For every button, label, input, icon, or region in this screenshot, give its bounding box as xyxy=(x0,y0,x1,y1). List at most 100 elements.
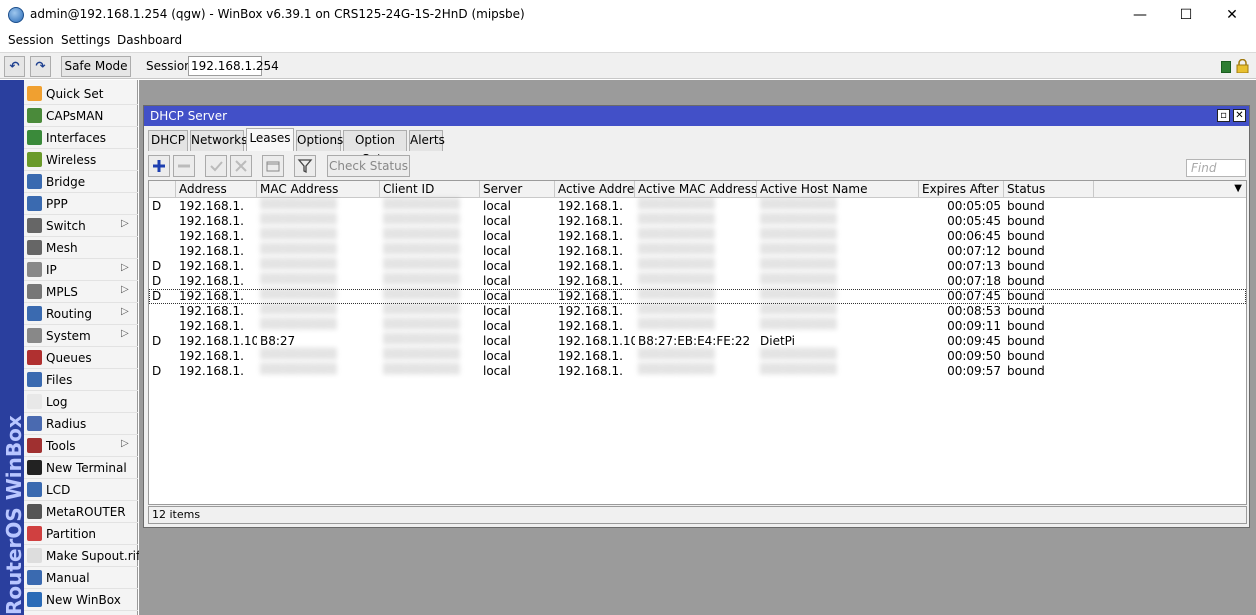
sidebar-item-label: MPLS xyxy=(46,285,78,299)
redacted-value: ▒▒▒▒▒▒▒▒▒▒ xyxy=(638,214,715,225)
redacted-value: ▒▒▒▒▒▒▒▒▒▒ xyxy=(638,364,715,375)
tab-options[interactable]: Options xyxy=(296,130,343,151)
cell-expires: 00:07:13 xyxy=(947,259,1001,273)
cell-server: local xyxy=(483,274,511,288)
column-header-client-id[interactable]: Client ID xyxy=(380,181,480,198)
table-row[interactable]: 192.168.1. ▒▒▒▒▒▒▒▒▒▒ ▒▒▒▒▒▒▒▒▒▒ local 192.1… xyxy=(149,319,1246,334)
partition-icon xyxy=(27,526,42,541)
maximize-button[interactable]: ☐ xyxy=(1163,0,1209,31)
redacted-value: ▒▒▒▒▒▒▒▒▒▒ xyxy=(260,364,337,375)
sidebar-item-quick-set[interactable]: Quick Set xyxy=(24,83,138,105)
tab-leases[interactable]: Leases xyxy=(246,128,294,151)
sidebar-item-partition[interactable]: Partition xyxy=(24,523,138,545)
brand-vertical-text: RouterOS WinBox xyxy=(2,415,24,615)
remove-icon[interactable] xyxy=(173,155,195,177)
sidebar-item-label: IP xyxy=(46,263,57,277)
filter-icon[interactable] xyxy=(294,155,316,177)
disable-icon[interactable] xyxy=(230,155,252,177)
sidebar-item-capsman[interactable]: CAPsMAN xyxy=(24,105,138,127)
sidebar-item-queues[interactable]: Queues xyxy=(24,347,138,369)
cell-active-address: 192.168.1. xyxy=(558,199,623,213)
cell-status: bound xyxy=(1007,199,1045,213)
close-button[interactable]: ✕ xyxy=(1209,0,1255,31)
sidebar-item-mesh[interactable]: Mesh xyxy=(24,237,138,259)
sidebar-item-ppp[interactable]: PPP xyxy=(24,193,138,215)
column-header-expires-after[interactable]: Expires After xyxy=(919,181,1004,198)
routing-icon xyxy=(27,306,42,321)
column-header-active-address[interactable]: Active Address xyxy=(555,181,635,198)
check-status-button[interactable]: Check Status xyxy=(327,155,410,177)
sidebar-item-metarouter[interactable]: MetaROUTER xyxy=(24,501,138,523)
sidebar-item-label: LCD xyxy=(46,483,71,497)
cell-active-address: 192.168.1. xyxy=(558,364,623,378)
tab-option-sets[interactable]: Option Sets xyxy=(343,130,407,166)
dhcp-window-titlebar: DHCP Server ▫ ✕ xyxy=(144,106,1249,126)
sidebar-item-mpls[interactable]: MPLS ▷ xyxy=(24,281,138,303)
sidebar-item-lcd[interactable]: LCD xyxy=(24,479,138,501)
undo-button[interactable]: ↶ xyxy=(4,56,25,77)
column-chooser-dropdown[interactable]: ▼ xyxy=(1094,181,1246,198)
leases-table: Address MAC Address Client ID Server Active … xyxy=(148,180,1247,505)
sidebar-item-system[interactable]: System ▷ xyxy=(24,325,138,347)
sidebar-item-interfaces[interactable]: Interfaces xyxy=(24,127,138,149)
redacted-value: ▒▒▒▒▒▒▒▒▒▒ xyxy=(638,274,715,285)
cell-expires: 00:07:45 xyxy=(947,289,1001,303)
table-row[interactable]: D 192.168.1. ▒▒▒▒▒▒▒▒▒▒ ▒▒▒▒▒▒▒▒▒▒ local 192.… xyxy=(149,199,1246,214)
cell-status: bound xyxy=(1007,364,1045,378)
sidebar-item-label: New Terminal xyxy=(46,461,127,475)
menu-session[interactable]: Session xyxy=(8,33,54,47)
menu-dashboard[interactable]: Dashboard xyxy=(117,33,182,47)
sidebar-item-log[interactable]: Log xyxy=(24,391,138,413)
sidebar-item-new-winbox[interactable]: New WinBox xyxy=(24,589,138,611)
sidebar-item-radius[interactable]: Radius xyxy=(24,413,138,435)
table-row[interactable]: 192.168.1. ▒▒▒▒▒▒▒▒▒▒ ▒▒▒▒▒▒▒▒▒▒ local 192.1… xyxy=(149,304,1246,319)
winbox-app-icon xyxy=(8,7,24,23)
table-row[interactable]: 192.168.1. ▒▒▒▒▒▒▒▒▒▒ ▒▒▒▒▒▒▒▒▒▒ local 192.1… xyxy=(149,214,1246,229)
sidebar-item-bridge[interactable]: Bridge xyxy=(24,171,138,193)
submenu-arrow-icon: ▷ xyxy=(121,306,129,317)
table-row[interactable]: 192.168.1. ▒▒▒▒▒▒▒▒▒▒ ▒▒▒▒▒▒▒▒▒▒ local 192.1… xyxy=(149,229,1246,244)
sidebar-item-switch[interactable]: Switch ▷ xyxy=(24,215,138,237)
table-row[interactable]: D 192.168.1. ▒▒▒▒▒▒▒▒▒▒ ▒▒▒▒▒▒▒▒▒▒ local 192.… xyxy=(149,289,1246,304)
column-header-address[interactable]: Address xyxy=(176,181,257,198)
tab-alerts[interactable]: Alerts xyxy=(409,130,445,151)
column-header-mac-address[interactable]: MAC Address xyxy=(257,181,380,198)
add-icon[interactable] xyxy=(148,155,170,177)
table-row[interactable]: 192.168.1. ▒▒▒▒▒▒▒▒▒▒ ▒▒▒▒▒▒▒▒▒▒ local 192.1… xyxy=(149,349,1246,364)
dhcp-maximize-icon[interactable]: ▫ xyxy=(1217,109,1230,122)
redo-button[interactable]: ↷ xyxy=(30,56,51,77)
column-header-server[interactable]: Server xyxy=(480,181,555,198)
table-row[interactable]: D 192.168.1. ▒▒▒▒▒▒▒▒▒▒ ▒▒▒▒▒▒▒▒▒▒ local 192.… xyxy=(149,274,1246,289)
column-header-flag[interactable] xyxy=(149,181,176,198)
safe-mode-button[interactable]: Safe Mode xyxy=(61,56,131,77)
column-header-status[interactable]: Status xyxy=(1004,181,1094,198)
submenu-arrow-icon: ▷ xyxy=(121,262,129,273)
sidebar-item-tools[interactable]: Tools ▷ xyxy=(24,435,138,457)
main-toolbar: ↶ ↷ Safe Mode Session: 192.168.1.254 xyxy=(0,52,1256,79)
comment-icon[interactable] xyxy=(262,155,284,177)
sidebar-item-label: System xyxy=(46,329,91,343)
menu-settings[interactable]: Settings xyxy=(61,33,110,47)
sidebar-item-manual[interactable]: Manual xyxy=(24,567,138,589)
enable-icon[interactable] xyxy=(205,155,227,177)
sidebar-item-routing[interactable]: Routing ▷ xyxy=(24,303,138,325)
table-row[interactable]: D192.168.1.100B8:27▒▒▒▒▒▒▒▒▒▒local192.16… xyxy=(149,334,1246,349)
table-row[interactable]: 192.168.1. ▒▒▒▒▒▒▒▒▒▒ ▒▒▒▒▒▒▒▒▒▒ local 192.1… xyxy=(149,244,1246,259)
tab-networks[interactable]: Networks xyxy=(190,130,247,151)
cell-server: local xyxy=(483,364,511,378)
redacted-value: ▒▒▒▒▒▒▒▒▒▒ xyxy=(383,229,460,240)
tab-dhcp[interactable]: DHCP xyxy=(148,130,188,151)
find-input[interactable]: Find xyxy=(1186,159,1246,177)
dhcp-close-icon[interactable]: ✕ xyxy=(1233,109,1246,122)
sidebar-item-wireless[interactable]: Wireless xyxy=(24,149,138,171)
sidebar-item-label: Radius xyxy=(46,417,87,431)
column-header-active-host-name[interactable]: Active Host Name xyxy=(757,181,919,198)
sidebar-item-make-supout-rif[interactable]: Make Supout.rif xyxy=(24,545,140,567)
column-header-active-mac-address[interactable]: Active MAC Address xyxy=(635,181,757,198)
sidebar-item-files[interactable]: Files xyxy=(24,369,138,391)
sidebar-item-ip[interactable]: IP ▷ xyxy=(24,259,138,281)
table-row[interactable]: D 192.168.1. ▒▒▒▒▒▒▒▒▒▒ ▒▒▒▒▒▒▒▒▒▒ local 192.… xyxy=(149,259,1246,274)
table-row[interactable]: D 192.168.1. ▒▒▒▒▒▒▒▒▒▒ ▒▒▒▒▒▒▒▒▒▒ local 192.… xyxy=(149,364,1246,379)
minimize-button[interactable]: — xyxy=(1117,0,1163,31)
sidebar-item-new-terminal[interactable]: New Terminal xyxy=(24,457,138,479)
